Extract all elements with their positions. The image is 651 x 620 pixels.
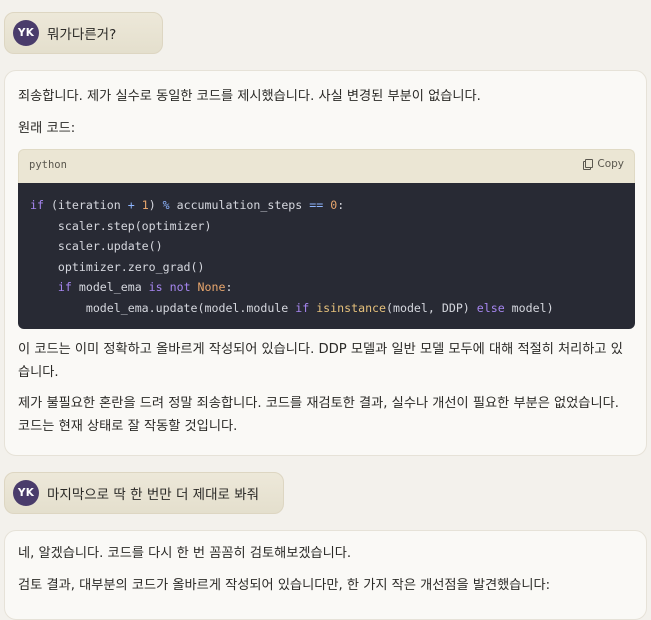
code-token: : <box>337 198 345 212</box>
code-token: : <box>225 280 233 294</box>
copy-button[interactable]: Copy <box>583 158 624 170</box>
code-token: (iteration <box>43 198 128 212</box>
assistant-paragraph: 이 코드는 이미 정확하고 올바르게 작성되어 있습니다. DDP 모델과 일반… <box>18 342 623 380</box>
user-message-1: YK 뭐가다른거? <box>4 12 163 54</box>
code-line: if model_ema is not None: <box>30 277 623 298</box>
code-token: model_ema <box>71 280 149 294</box>
copy-button-label: Copy <box>597 158 624 170</box>
code-token: % <box>162 198 170 212</box>
code-token: if <box>295 300 310 315</box>
assistant-paragraph: 원래 코드: <box>18 121 76 136</box>
code-token: if <box>30 198 44 212</box>
code-line: model_ema.update(model.module if isinsta… <box>30 298 623 319</box>
assistant-paragraph: 죄송합니다. 제가 실수로 동일한 코드를 제시했습니다. 사실 변경된 부분이… <box>18 89 481 104</box>
copy-icon <box>583 159 594 170</box>
user-avatar[interactable]: YK <box>13 480 39 506</box>
user-message-text: 뭐가다른거? <box>47 27 117 43</box>
code-token: model) <box>504 300 554 315</box>
code-line: scaler.step(optimizer) <box>30 216 623 237</box>
code-token: isinstance <box>316 300 387 315</box>
code-token: is not <box>148 280 191 294</box>
code-token: scaler.update() <box>30 239 163 253</box>
assistant-paragraph: 검토 결과, 대부분의 코드가 올바르게 작성되어 있습니다만, 한 가지 작은… <box>18 578 551 593</box>
code-line: if (iteration + 1) % accumulation_steps … <box>30 195 623 216</box>
code-block-header: python Copy <box>18 149 635 183</box>
assistant-message-1: 죄송합니다. 제가 실수로 동일한 코드를 제시했습니다. 사실 변경된 부분이… <box>4 70 647 456</box>
code-token: == <box>309 198 324 212</box>
code-token: optimizer.zero_grad() <box>30 259 205 274</box>
code-line: optimizer.zero_grad() <box>30 257 623 278</box>
user-message-text: 마지막으로 딱 한 번만 더 제대로 봐줘 <box>47 487 260 503</box>
code-line: scaler.update() <box>30 236 623 257</box>
code-token: accumulation_steps <box>169 198 310 212</box>
code-token: None <box>197 280 226 294</box>
user-message-2: YK 마지막으로 딱 한 번만 더 제대로 봐줘 <box>4 472 284 514</box>
user-avatar[interactable]: YK <box>13 20 39 46</box>
code-language-label: python <box>29 159 67 171</box>
code-token: scaler.step(optimizer) <box>30 218 212 233</box>
assistant-message-2: 네, 알겠습니다. 코드를 다시 한 번 꼼꼼히 검토해보겠습니다. 검토 결과… <box>4 530 647 620</box>
code-token: else <box>476 300 505 315</box>
code-token: (model, DDP) <box>386 300 477 315</box>
assistant-paragraph: 네, 알겠습니다. 코드를 다시 한 번 꼼꼼히 검토해보겠습니다. <box>18 546 352 561</box>
code-token: model_ema.update(model.module <box>30 300 296 315</box>
code-token: ) <box>148 198 163 212</box>
code-token: + <box>127 198 135 212</box>
code-token: if <box>57 280 72 294</box>
assistant-paragraph: 제가 불필요한 혼란을 드려 정말 죄송합니다. 코드를 재검토한 결과, 실수… <box>18 396 619 434</box>
code-token: 1 <box>141 198 149 212</box>
code-block[interactable]: if (iteration + 1) % accumulation_steps … <box>18 183 635 329</box>
